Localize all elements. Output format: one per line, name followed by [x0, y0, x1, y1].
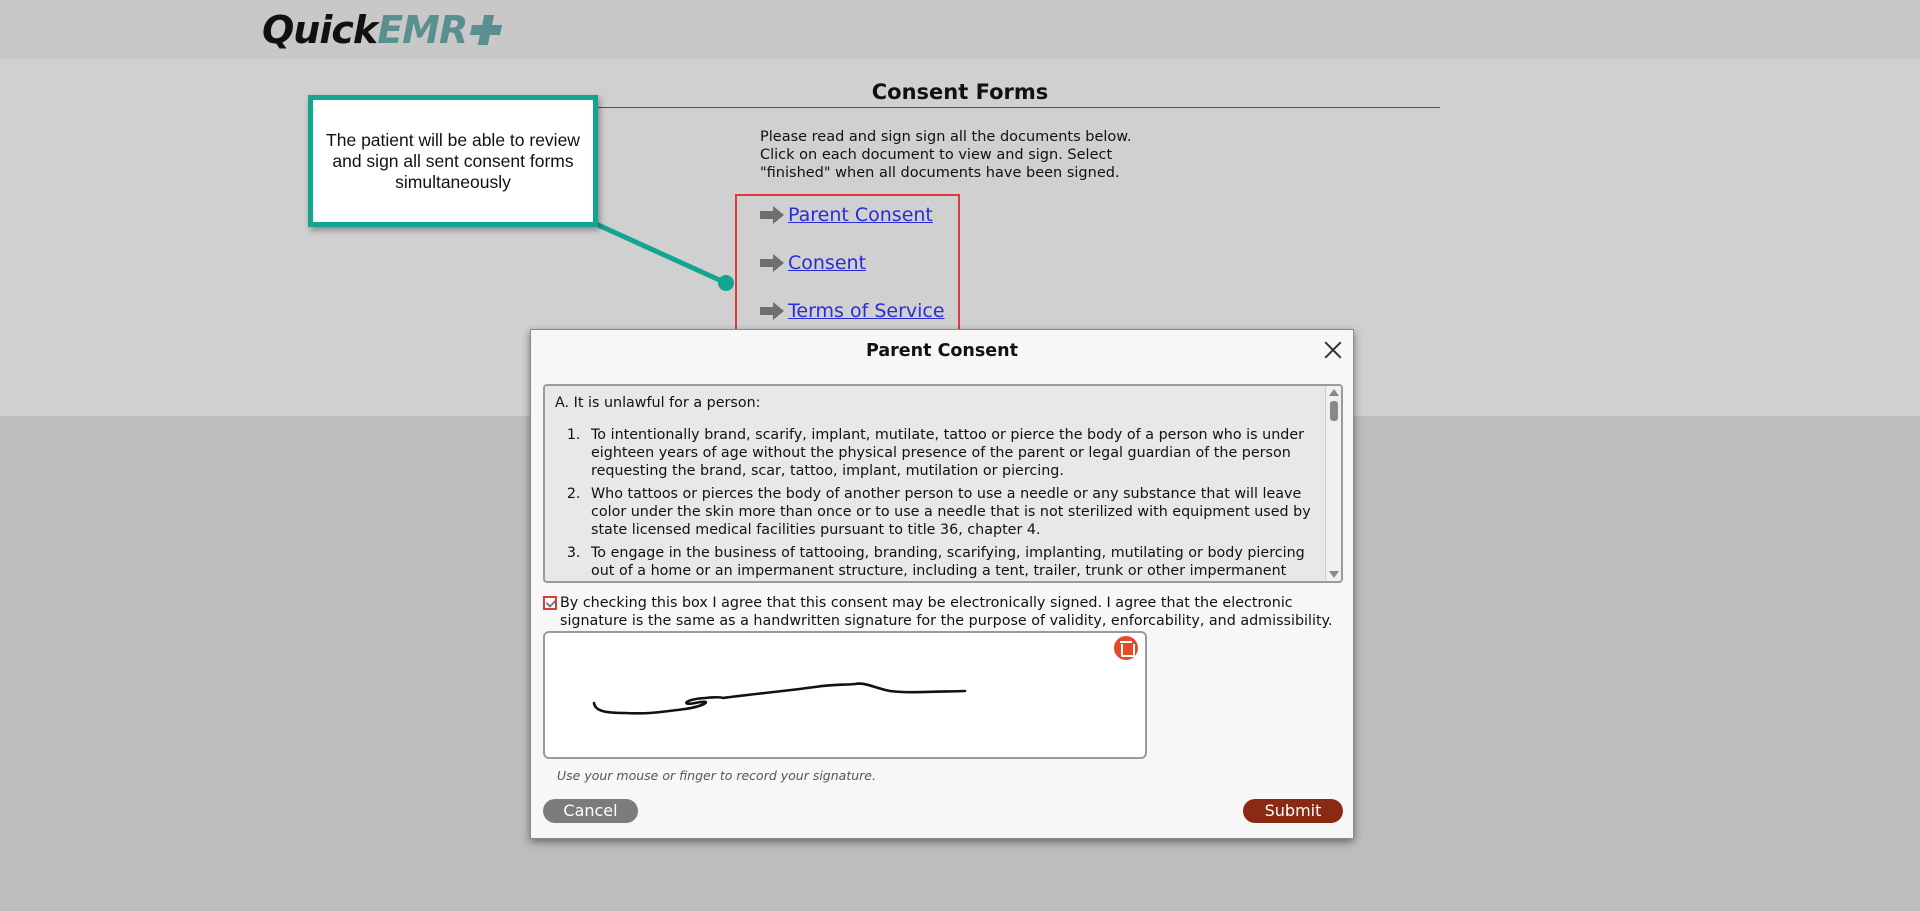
logo-text-quick: Quick [262, 8, 378, 52]
document-link-label[interactable]: Consent [788, 252, 866, 274]
document-intro: A. It is unlawful for a person: [555, 395, 761, 411]
document-text: A. It is unlawful for a person: To inten… [555, 394, 1315, 581]
signature-stroke [592, 682, 967, 715]
document-links-highlight: Parent Consent Consent Terms of Service [735, 194, 960, 331]
arrow-right-icon [760, 206, 786, 224]
plus-icon [469, 13, 503, 47]
trash-icon[interactable] [1114, 636, 1138, 660]
document-link-consent[interactable]: Consent [760, 252, 866, 274]
consent-modal: Parent Consent A. It is unlawful for a p… [530, 329, 1354, 839]
agree-row: By checking this box I agree that this c… [543, 594, 1349, 630]
document-link-terms-of-service[interactable]: Terms of Service [760, 300, 945, 322]
scrollbar[interactable] [1325, 386, 1341, 581]
checkbox-icon[interactable] [543, 596, 557, 610]
modal-title: Parent Consent [865, 341, 1018, 361]
scroll-thumb[interactable] [1330, 401, 1338, 421]
page-intro: Please read and sign sign all the docume… [760, 129, 1132, 181]
document-item: To engage in the business of tattooing, … [585, 544, 1315, 581]
document-link-label[interactable]: Terms of Service [788, 300, 945, 322]
arrow-right-icon [760, 254, 786, 272]
scroll-down-icon[interactable] [1329, 571, 1339, 578]
agree-text: By checking this box I agree that this c… [560, 595, 1333, 629]
scroll-up-icon[interactable] [1329, 389, 1339, 396]
header-bar: Quick EMR [0, 0, 1920, 59]
callout-box: The patient will be able to review and s… [308, 95, 598, 227]
cancel-button[interactable]: Cancel [543, 799, 638, 823]
title-divider [598, 107, 1440, 108]
signature-pad[interactable] [543, 631, 1147, 759]
close-icon[interactable] [1323, 340, 1343, 360]
document-link-parent-consent[interactable]: Parent Consent [760, 204, 933, 226]
page-title: Consent Forms [871, 80, 1049, 104]
submit-button[interactable]: Submit [1243, 799, 1343, 823]
document-item: Who tattoos or pierces the body of anoth… [585, 485, 1315, 539]
signature-hint: Use your mouse or finger to record your … [557, 768, 876, 783]
document-scroll-area[interactable]: A. It is unlawful for a person: To inten… [543, 384, 1343, 583]
quickemr-logo: Quick EMR [262, 6, 503, 54]
document-list: To intentionally brand, scarify, implant… [585, 426, 1315, 581]
arrow-right-icon [760, 302, 786, 320]
document-link-label[interactable]: Parent Consent [788, 204, 933, 226]
callout-text: The patient will be able to review and s… [326, 129, 580, 192]
logo-text-emr: EMR [377, 8, 468, 52]
document-item: To intentionally brand, scarify, implant… [585, 426, 1315, 480]
